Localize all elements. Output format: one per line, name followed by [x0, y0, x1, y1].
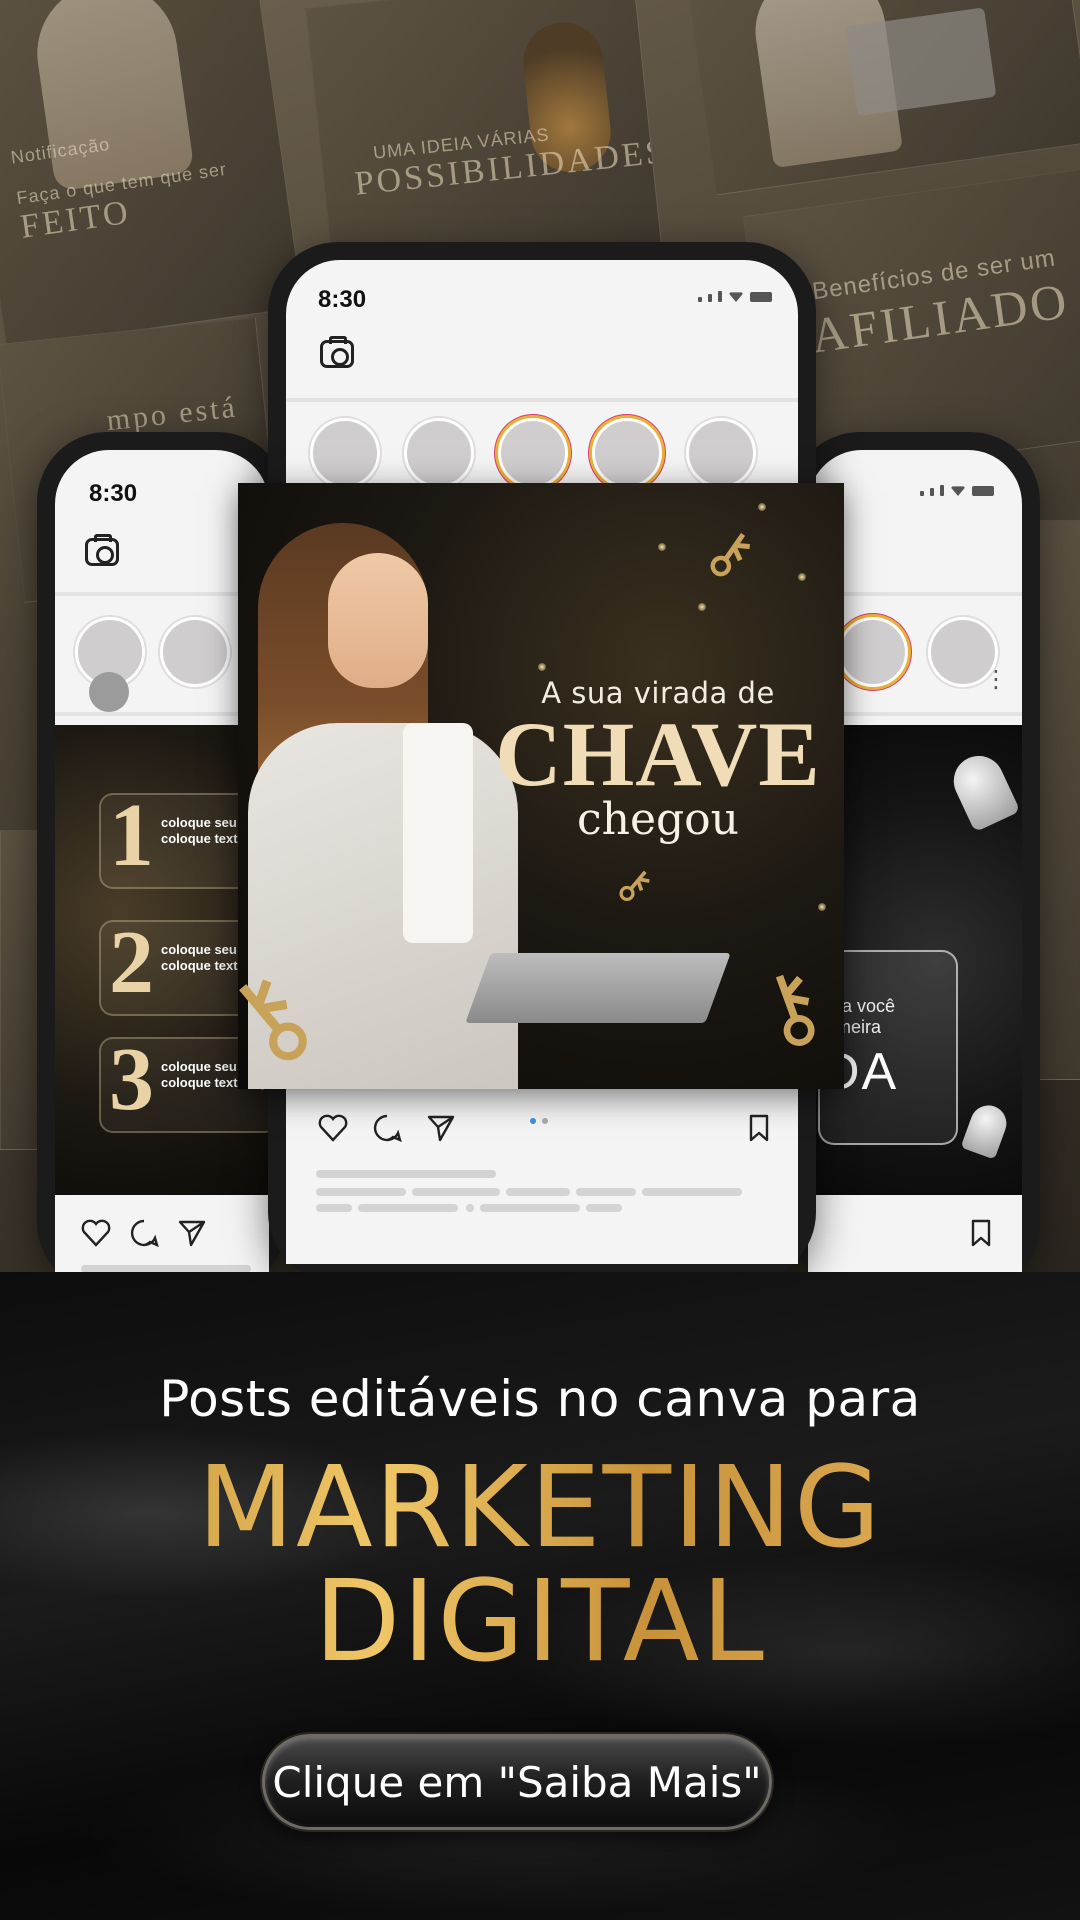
- status-time: 8:30: [318, 286, 367, 313]
- list-item-number: 1: [109, 786, 154, 885]
- signal-icon: [930, 488, 934, 496]
- sparkle: [538, 663, 546, 671]
- caption-placeholder: [586, 1204, 622, 1212]
- story-circle[interactable]: [404, 418, 474, 488]
- caption-placeholder: [316, 1204, 352, 1212]
- promo-title-line2: DIGITAL: [0, 1563, 1080, 1682]
- sparkle: [658, 543, 666, 551]
- promo-section: Posts editáveis no canva para MARKETING …: [0, 1272, 1080, 1920]
- sparkle: [758, 503, 766, 511]
- heart-icon[interactable]: [81, 1218, 111, 1248]
- signal-icon: [708, 294, 712, 302]
- divider: [55, 592, 269, 596]
- caption-placeholder: [316, 1188, 406, 1196]
- story-circle[interactable]: [310, 418, 380, 488]
- more-options-icon[interactable]: ⋮: [984, 667, 1008, 691]
- key-icon: ⚷: [605, 854, 664, 915]
- divider: [55, 712, 269, 716]
- caption-placeholder: [480, 1204, 580, 1212]
- caption-placeholder: [358, 1204, 458, 1212]
- signal-icon: [920, 491, 924, 496]
- carousel-dot: [542, 1118, 548, 1124]
- sparkle: [818, 903, 826, 911]
- caption-placeholder: [506, 1188, 570, 1196]
- sparkle: [798, 573, 806, 581]
- story-circle[interactable]: [592, 418, 662, 488]
- promo-title-line1: MARKETING: [0, 1449, 1080, 1568]
- caption-placeholder: [466, 1204, 474, 1212]
- list-item-number: 2: [109, 913, 154, 1012]
- caption-placeholder: [576, 1188, 636, 1196]
- avatar[interactable]: [89, 672, 129, 712]
- comment-icon[interactable]: [129, 1218, 159, 1248]
- key-icon: ⚷: [741, 946, 840, 1069]
- chess-piece-image: [945, 747, 1021, 833]
- post-heading-line3: chegou: [576, 794, 739, 845]
- promo-headline: Posts editáveis no canva para: [159, 1370, 921, 1428]
- battery-icon: [972, 486, 994, 496]
- sparkle: [698, 603, 706, 611]
- divider: [286, 398, 798, 402]
- story-circle[interactable]: [498, 418, 568, 488]
- bookmark-icon[interactable]: [966, 1218, 996, 1248]
- chess-piece-image: [960, 1100, 1012, 1160]
- post-heading-line2: CHAVE: [495, 703, 821, 805]
- signal-icon: [718, 291, 722, 302]
- carousel-dot-active: [530, 1118, 536, 1124]
- signal-icon: [698, 297, 702, 302]
- send-icon[interactable]: [177, 1218, 207, 1248]
- send-icon[interactable]: [426, 1113, 456, 1143]
- comment-icon[interactable]: [372, 1113, 402, 1143]
- phone-left-screen: 8:30 1 coloque seu aqui coloque texto aq…: [55, 450, 269, 1272]
- key-icon: ⚷: [691, 511, 769, 595]
- battery-icon: [750, 292, 772, 302]
- caption-placeholder: [316, 1170, 496, 1178]
- caption-placeholder: [81, 1265, 251, 1272]
- collage-background: Notificação Faça o que tem que ser FEITO…: [0, 0, 1080, 1272]
- caption-placeholder: [642, 1188, 742, 1196]
- status-icons: [698, 290, 772, 302]
- camera-icon[interactable]: [320, 336, 354, 368]
- story-circle[interactable]: [686, 418, 756, 488]
- status-icons: [920, 484, 994, 496]
- caption-placeholder: [412, 1188, 500, 1196]
- list-item-number: 3: [109, 1030, 154, 1129]
- bg-template-notification: Notificação Faça o que tem que ser FEITO: [0, 0, 304, 350]
- featured-post-image[interactable]: ⚷ ⚷ ⚷ ⚷ A sua virada de CHAVE chegou: [238, 483, 844, 1089]
- bg-laptop-image: [845, 7, 997, 116]
- bg-template-laptop: [687, 0, 1080, 196]
- bookmark-icon[interactable]: [744, 1113, 774, 1143]
- status-time: 8:30: [89, 480, 138, 507]
- story-circle[interactable]: [838, 617, 908, 687]
- carousel-post-image[interactable]: 1 coloque seu aqui coloque texto aqui 2 …: [55, 725, 269, 1195]
- camera-icon[interactable]: [85, 534, 119, 566]
- learn-more-button[interactable]: Clique em "Saiba Mais": [262, 1734, 772, 1830]
- heart-icon[interactable]: [318, 1113, 348, 1143]
- wifi-icon: [728, 292, 744, 302]
- laptop-image: [465, 953, 731, 1023]
- wifi-icon: [950, 486, 966, 496]
- signal-icon: [940, 485, 944, 496]
- story-circle[interactable]: [160, 617, 230, 687]
